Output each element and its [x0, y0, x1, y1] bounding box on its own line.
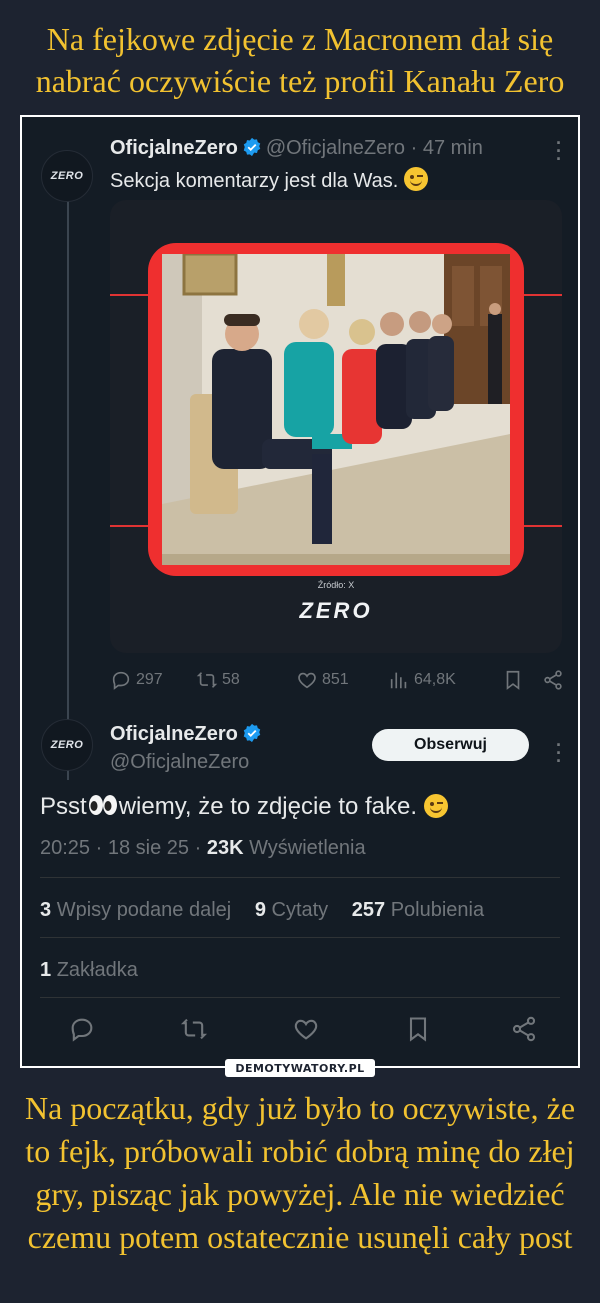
verified-badge-icon: [242, 137, 262, 163]
repost-button[interactable]: [180, 1015, 208, 1048]
reposts-stat[interactable]: 3 Wpisy podane dalej: [40, 899, 231, 921]
tweet-header: OficjalneZero @OficjalneZero · 47 min: [110, 137, 483, 163]
media-decor-line: [110, 294, 152, 296]
media-logo: ZERO: [299, 598, 373, 623]
media-decor-line: [110, 525, 152, 527]
tweet-date[interactable]: 18 sie 25: [108, 837, 189, 859]
repost-icon: [180, 1018, 208, 1040]
event-photo: [162, 254, 510, 565]
view-count: 64,8K: [414, 671, 456, 688]
bookmark-icon: [409, 1017, 427, 1042]
watermark-text: DEMOTYWATORY.PL: [235, 1061, 365, 1075]
tweet-time[interactable]: 20:25: [40, 837, 90, 859]
thread-connector: [67, 195, 69, 780]
reply-icon: [112, 671, 130, 690]
share-icon: [544, 670, 562, 690]
verified-badge-icon: [242, 723, 262, 749]
repost-button[interactable]: 58: [196, 669, 240, 691]
follow-button[interactable]: Obserwuj: [372, 729, 529, 761]
repost-count: 58: [222, 671, 240, 688]
share-icon: [512, 1016, 536, 1042]
heart-icon: [298, 672, 316, 689]
meme-caption: Na początku, gdy już było to oczywiste, …: [24, 1090, 576, 1255]
divider: [40, 997, 560, 998]
engagement-stats: 3 Wpisy podane dalej 9 Cytaty 257 Polubi…: [40, 899, 502, 922]
divider: [40, 937, 560, 938]
bar-chart-icon: [390, 672, 407, 689]
author-name[interactable]: OficjalneZero: [110, 137, 238, 159]
views-button[interactable]: 64,8K: [388, 669, 456, 691]
tweet-text-body: Sekcja komentarzy jest dla Was.: [110, 170, 399, 192]
likes-stat[interactable]: 257 Polubienia: [352, 899, 484, 921]
share-button[interactable]: [510, 1015, 538, 1048]
tweet-text: Psst wiemy, że to zdjęcie to fake.: [40, 793, 448, 823]
avatar-logo-text: ZERO: [50, 739, 84, 751]
more-options-icon[interactable]: · · ·: [556, 736, 562, 770]
tweet-text-body: wiemy, że to zdjęcie to fake.: [118, 793, 418, 820]
bookmark-button[interactable]: [404, 1015, 432, 1048]
reply-icon: [71, 1018, 93, 1042]
tweet-media[interactable]: Źródło: X ZERO: [110, 200, 562, 653]
winking-face-icon: [423, 794, 448, 818]
author-handle[interactable]: @OficjalneZero: [110, 751, 249, 774]
author-handle[interactable]: @OficjalneZero: [266, 137, 405, 159]
bookmarks-stat[interactable]: 1 Zakładka: [40, 959, 138, 982]
quotes-stat[interactable]: 9 Cytaty: [255, 899, 328, 921]
meta-separator: ·: [410, 137, 418, 159]
like-button[interactable]: [292, 1015, 320, 1048]
tweet-text-prefix: Psst: [40, 793, 87, 820]
photo-frame: [148, 243, 524, 576]
reply-button[interactable]: [68, 1015, 96, 1048]
bookmark-button[interactable]: [502, 669, 524, 691]
site-watermark: DEMOTYWATORY.PL: [225, 1059, 375, 1077]
tweet-action-bar: [40, 1015, 560, 1043]
tweet-screenshot: ZERO OficjalneZero @OficjalneZero · 47 mi…: [20, 115, 580, 1068]
share-button[interactable]: [542, 669, 564, 691]
like-count: 851: [322, 671, 349, 688]
reply-count: 297: [136, 671, 163, 688]
avatar[interactable]: ZERO: [41, 719, 93, 771]
views-count: 23K: [206, 837, 244, 859]
tweet-action-bar: 297 58 851 64,8K: [110, 669, 562, 693]
meme-headline: Na fejkowe zdjęcie z Macronem dał się na…: [35, 21, 565, 99]
avatar[interactable]: ZERO: [41, 150, 93, 202]
repost-icon: [196, 672, 218, 688]
divider: [40, 877, 560, 878]
avatar-logo-text: ZERO: [50, 170, 84, 182]
author-name[interactable]: OficjalneZero: [110, 723, 238, 745]
heart-icon: [294, 1019, 318, 1040]
views-label: Wyświetlenia: [249, 837, 366, 859]
like-button[interactable]: 851: [296, 669, 349, 691]
winking-face-icon: [403, 167, 428, 191]
tweet-time[interactable]: 47 min: [423, 137, 483, 159]
media-decor-line: [520, 294, 562, 296]
bookmark-icon: [506, 670, 520, 690]
media-decor-line: [520, 525, 562, 527]
reply-button[interactable]: 297: [110, 669, 163, 691]
more-options-icon[interactable]: · · ·: [556, 134, 562, 168]
tweet-meta: 20:25 · 18 sie 25 · 23K Wyświetlenia: [40, 837, 366, 859]
tweet-header: OficjalneZero: [110, 723, 266, 749]
eyes-icon: [88, 794, 118, 823]
tweet-text: Sekcja komentarzy jest dla Was.: [110, 167, 428, 193]
media-source-label: Źródło: X: [317, 580, 355, 590]
